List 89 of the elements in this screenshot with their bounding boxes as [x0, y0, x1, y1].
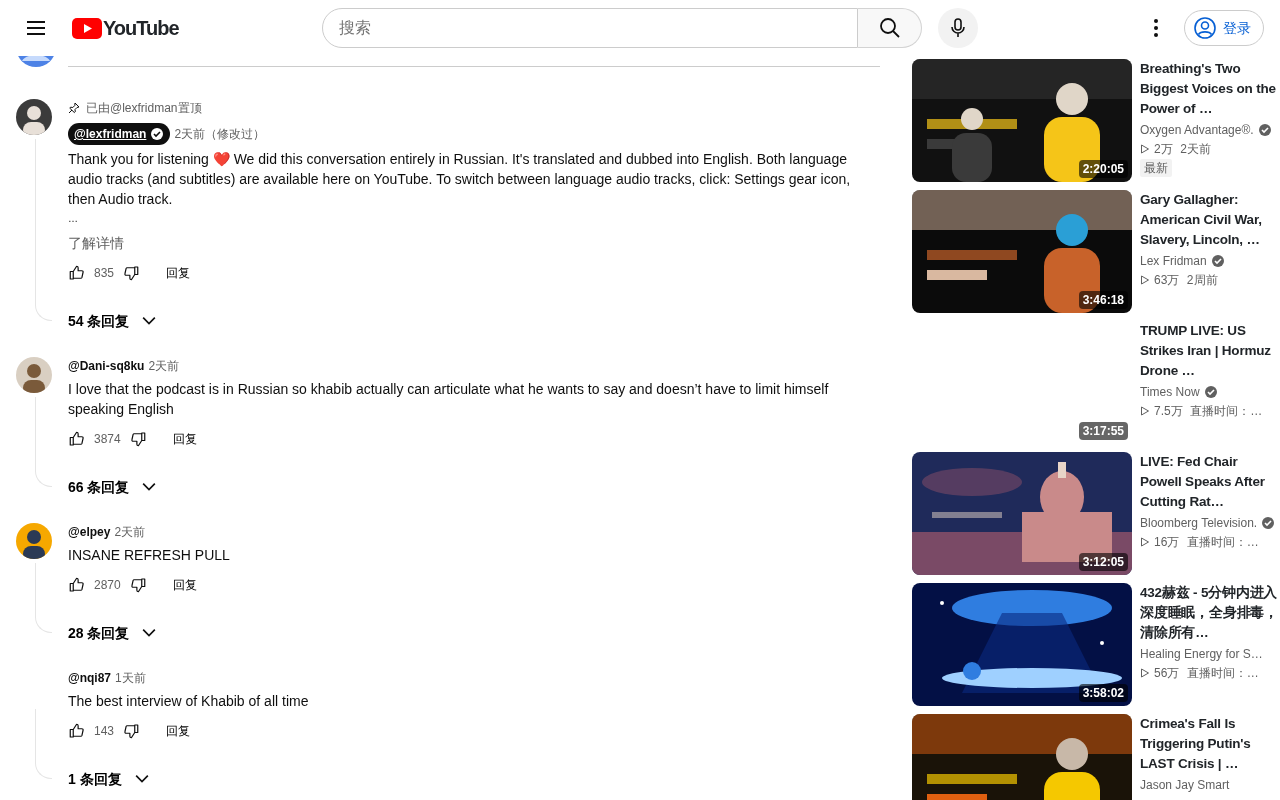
reply-button[interactable]: 回复: [166, 722, 191, 740]
sign-in-button[interactable]: 登录: [1184, 10, 1264, 46]
view-count: 7.5万: [1154, 403, 1183, 420]
thumbs-down-icon: [128, 430, 147, 448]
thumbs-down-icon: [122, 264, 141, 282]
like-count: 3874: [94, 431, 121, 448]
channel-name: Oxygen Advantage®.: [1140, 122, 1254, 139]
replies-toggle[interactable]: 1 条回复: [68, 761, 152, 797]
replies-toggle[interactable]: 66 条回复: [68, 469, 160, 505]
voice-search-button[interactable]: [938, 8, 978, 48]
video-title[interactable]: Gary Gallagher: American Civil War, Slavery, Lincoln, …: [1140, 190, 1280, 250]
read-more-link[interactable]: 了解详情: [68, 233, 124, 253]
thread-line: [35, 709, 52, 779]
comment-time[interactable]: 2天前: [114, 523, 146, 541]
search-field[interactable]: 搜索: [322, 8, 858, 48]
comment-time[interactable]: 1天前: [115, 669, 146, 687]
like-button[interactable]: [68, 576, 86, 594]
upload-time: 2周前: [1186, 272, 1218, 289]
view-count: 63万: [1154, 272, 1180, 289]
upload-time: 直播时间：…: [1186, 534, 1259, 551]
video-title[interactable]: Breathing's Two Biggest Voices on the Power of …: [1140, 59, 1280, 119]
reply-button[interactable]: 回复: [172, 430, 197, 448]
avatar: [16, 56, 56, 67]
play-icon: [1140, 668, 1150, 678]
like-count: 143: [94, 723, 115, 740]
video-title[interactable]: 432赫兹 - 5分钟内进入深度睡眠，全身排毒，清除所有…: [1140, 583, 1280, 643]
more-icon: [1154, 19, 1158, 37]
play-logo-icon: [72, 17, 102, 39]
view-count: 2万: [1154, 141, 1173, 158]
video-duration: 3:58:02: [1078, 684, 1128, 702]
thumbs-down-icon: [128, 576, 147, 594]
comment-text: I love that the podcast is in Russian so khabib actually can articulate what he wants to say and doesn’t have to limit himself speaking English: [68, 380, 830, 419]
comment-text: INSANE REFRESH PULL: [68, 546, 231, 565]
upload-time: 直播时间：…: [1186, 665, 1259, 682]
channel-name: Lex Fridman: [1140, 253, 1207, 270]
dislike-button[interactable]: [122, 264, 141, 282]
channel-name: Jason Jay Smart: [1140, 777, 1230, 794]
view-count: 56万: [1154, 665, 1180, 682]
comment-text: Thank you for listening ❤ We did this conversation entirely in Russian. It's translated and dubbed into English. Both language audio tracks (and subtitles) are available here on YouTube. To switch between language audio tracks, click: Settings gear icon, then Audio track.: [68, 150, 852, 209]
video-duration: 3:17:55: [1078, 422, 1128, 440]
play-icon: [1140, 406, 1150, 416]
upload-time: 2天前: [1180, 141, 1211, 158]
thumbs-down-icon: [122, 722, 141, 740]
video-title[interactable]: Crimea's Fall Is Triggering Putin's LAST Crisis | …: [1140, 714, 1280, 774]
thumbs-up-icon: [68, 722, 86, 740]
pinned-label: 已由@lexfridman置顶: [86, 100, 202, 117]
dislike-button[interactable]: [128, 430, 147, 448]
like-count: 835: [94, 265, 115, 282]
like-button[interactable]: [68, 264, 86, 282]
thumbs-up-icon: [68, 430, 86, 448]
replies-toggle[interactable]: 28 条回复: [68, 615, 160, 651]
dislike-button[interactable]: [128, 576, 147, 594]
comment-text: The best interview of Khabib of all time: [68, 692, 310, 711]
video-title[interactable]: TRUMP LIVE: US Strikes Iran | Hormuz Drone …: [1140, 321, 1280, 381]
search-icon: [877, 16, 902, 40]
play-icon: [1140, 275, 1150, 285]
thread-line: [35, 563, 52, 633]
play-icon: [1140, 537, 1150, 547]
comment-time[interactable]: 2天前: [148, 357, 180, 375]
new-badge: 最新: [1140, 159, 1172, 177]
video-duration: 3:46:18: [1078, 291, 1128, 309]
video-duration: 3:12:05: [1078, 553, 1128, 571]
author-badge[interactable]: @lexfridman: [68, 123, 171, 145]
pin-icon: [68, 102, 80, 114]
search-button[interactable]: [858, 8, 922, 48]
reply-button[interactable]: 回复: [172, 576, 197, 594]
comment-time[interactable]: 2天前（修改过）: [174, 125, 266, 143]
channel-name: Healing Energy for S…: [1140, 646, 1263, 663]
account-icon: [1193, 16, 1217, 40]
thumbs-up-icon: [68, 576, 86, 594]
like-count: 2870: [94, 577, 121, 594]
channel-name: Bloomberg Television.: [1140, 515, 1258, 532]
author-name[interactable]: @Dani-sq8ku: [68, 357, 145, 375]
youtube-logo[interactable]: YouTube: [72, 13, 179, 43]
dislike-button[interactable]: [122, 722, 141, 740]
video-duration: 2:20:05: [1078, 160, 1128, 178]
play-icon: [1140, 144, 1150, 154]
view-count: 16万: [1154, 534, 1180, 551]
like-button[interactable]: [68, 430, 86, 448]
ellipsis: …: [68, 212, 79, 226]
like-button[interactable]: [68, 722, 86, 740]
author-name[interactable]: @nqi87: [68, 669, 112, 687]
channel-name: Times Now: [1140, 384, 1200, 401]
video-title[interactable]: LIVE: Fed Chair Powell Speaks After Cutting Rat…: [1140, 452, 1280, 512]
thumbs-up-icon: [68, 264, 86, 282]
author-name[interactable]: @elpey: [68, 523, 111, 541]
reply-button[interactable]: 回复: [166, 264, 191, 282]
replies-toggle[interactable]: 54 条回复: [68, 303, 160, 339]
upload-time: 直播时间：…: [1190, 403, 1263, 420]
